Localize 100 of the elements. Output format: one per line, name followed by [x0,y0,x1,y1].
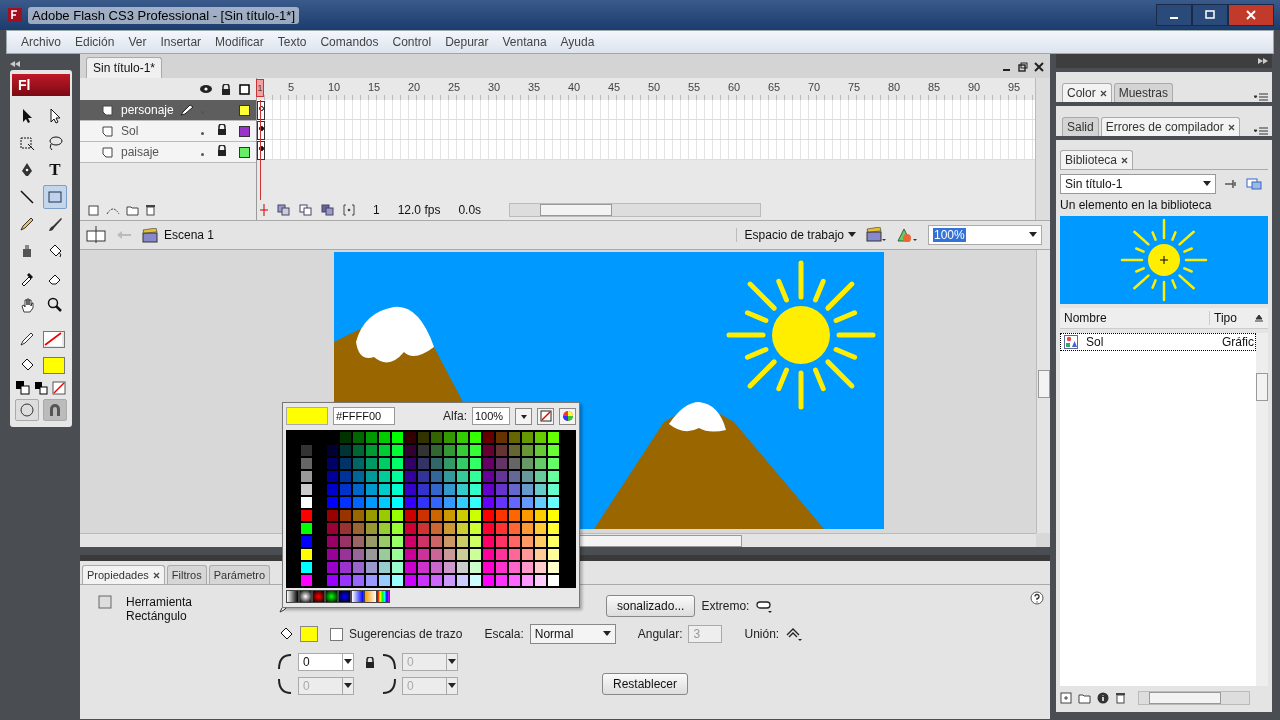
menu-item[interactable]: Edición [75,35,115,49]
layer-row[interactable]: personaje [80,100,256,121]
no-color-icon[interactable] [52,381,66,395]
onion-skin-icon[interactable] [277,204,291,216]
edit-frames-icon[interactable] [321,204,335,216]
library-horizontal-scrollbar[interactable] [1138,691,1250,705]
menu-item[interactable]: Control [392,35,432,49]
trash-icon[interactable] [145,204,156,216]
trash-icon[interactable] [1115,692,1126,704]
panel-tab[interactable]: Parámetro [208,565,271,584]
column-header[interactable]: Nombre [1064,311,1209,325]
join-style-icon[interactable] [785,626,804,642]
library-item[interactable]: Sol Gráfic [1060,333,1256,351]
menu-item[interactable]: Ventana [502,35,547,49]
color-swatch-grid[interactable] [286,430,576,588]
edit-symbols-icon[interactable] [896,227,918,243]
new-symbol-icon[interactable] [1060,692,1072,704]
layer-color-square[interactable] [239,125,250,137]
timeline-scrollbar[interactable] [509,203,762,217]
no-color-icon[interactable] [537,407,554,425]
lock-icon[interactable] [217,124,227,135]
visibility-dot[interactable] [201,153,204,156]
folder-icon[interactable] [126,204,139,216]
restore-icon[interactable] [1018,62,1028,72]
panel-tab[interactable]: Errores de compilador [1100,117,1240,136]
object-drawing-icon[interactable] [15,399,39,421]
panel-tab[interactable]: Propiedades [82,565,165,584]
layer-color-square[interactable] [239,146,250,158]
library-scrollbar[interactable] [1256,333,1268,686]
panel-menu-icon[interactable] [1254,92,1268,102]
swap-colors-icon[interactable] [34,381,48,395]
alpha-dropdown-icon[interactable] [515,407,532,425]
close-tab-icon[interactable] [1121,156,1129,164]
close-tab-icon[interactable] [152,571,160,579]
lock-icon[interactable] [221,83,231,95]
new-library-icon[interactable] [1246,178,1262,190]
text-tool-icon[interactable]: T [43,158,67,182]
caret-icon[interactable] [1203,181,1211,187]
panel-menu-icon[interactable] [1254,126,1268,136]
help-icon[interactable] [1030,591,1044,605]
playhead-marker[interactable]: 1 [256,79,264,97]
stage-vertical-scrollbar[interactable] [1036,250,1050,533]
new-layer-icon[interactable] [88,204,100,216]
zoom-dropdown[interactable]: 100% [928,225,1042,245]
library-dropdown[interactable]: Sin título-1 [1060,174,1216,194]
scale-dropdown[interactable]: Normal [529,624,616,644]
sort-icon[interactable] [1254,313,1264,323]
column-header[interactable]: Tipo [1209,311,1254,325]
menu-item[interactable]: Ver [128,35,147,49]
menu-item[interactable]: Archivo [21,35,61,49]
cap-style-icon[interactable] [755,599,774,613]
scene-name[interactable]: Escena 1 [164,228,215,242]
menu-item[interactable]: Modificar [215,35,264,49]
timeline-vertical-scrollbar[interactable] [1035,78,1050,220]
info-icon[interactable] [1097,692,1109,704]
document-tab[interactable]: Sin título-1* [86,57,163,78]
menu-item[interactable]: Texto [277,35,307,49]
close-tab-icon[interactable] [1099,89,1107,97]
close-icon[interactable] [1228,4,1274,26]
fill-color-swatch[interactable] [300,626,318,642]
outline-icon[interactable] [239,83,250,95]
menu-item[interactable]: Insertar [160,35,202,49]
hex-field[interactable]: #FFFF00 [333,407,395,425]
maximize-icon[interactable] [1192,4,1228,26]
layer-row[interactable]: Sol [80,121,256,142]
panel-tab[interactable]: Muestras [1113,83,1174,102]
panel-tab[interactable]: Salid [1062,117,1099,136]
layer-row[interactable]: paisaje [80,142,256,163]
pin-icon[interactable] [1224,178,1238,190]
menu-item[interactable]: Ayuda [560,35,595,49]
onion-markers-icon[interactable] [343,204,355,216]
menu-item[interactable]: Comandos [320,35,379,49]
timeline-toggle-icon[interactable] [86,226,106,244]
center-frame-icon[interactable] [259,204,269,216]
panel-tab[interactable]: Filtros [166,565,207,584]
lock-icon[interactable] [217,145,227,156]
caret-icon[interactable] [602,631,611,637]
visibility-dot[interactable] [201,132,204,135]
folder-icon[interactable] [1078,692,1091,704]
layer-color-square[interactable] [239,104,250,116]
custom-button[interactable]: sonalizado... [606,595,696,617]
color-wheel-icon[interactable] [559,407,576,425]
onion-outline-icon[interactable] [299,204,313,216]
hinting-checkbox[interactable] [330,627,343,641]
close-tab-icon[interactable] [1227,123,1235,131]
caret-icon[interactable] [848,232,856,238]
workspace-menu[interactable]: Espacio de trabajo [735,228,856,242]
close-icon[interactable] [1034,62,1044,72]
menu-item[interactable]: Depurar [445,35,489,49]
snap-magnet-icon[interactable] [43,399,67,421]
eye-icon[interactable] [199,84,213,94]
caret-icon[interactable] [342,654,353,670]
caret-icon[interactable] [1029,232,1037,238]
alpha-field[interactable]: 100% [472,407,510,425]
fill-color-swatch[interactable] [43,356,65,374]
panel-tab[interactable]: Biblioteca [1060,150,1134,169]
edit-scene-icon[interactable] [866,227,886,243]
default-colors-icon[interactable] [16,381,30,395]
stroke-color-swatch[interactable] [43,330,65,348]
panel-tab[interactable]: Color [1062,83,1112,102]
